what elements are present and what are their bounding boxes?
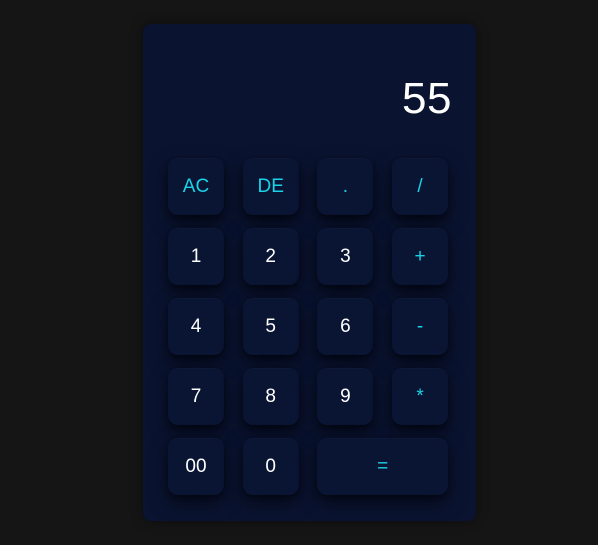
subtract-button[interactable]: - [392,298,449,355]
equals-button[interactable]: = [317,438,449,495]
digit-6-button[interactable]: 6 [317,298,374,355]
digit-8-button[interactable]: 8 [242,368,299,425]
calculator-display: 55 [402,74,452,123]
double-zero-button[interactable]: 00 [168,438,224,495]
multiply-button[interactable]: * [392,368,449,425]
divide-button[interactable]: / [392,158,449,215]
digit-7-button[interactable]: 7 [168,368,224,425]
decimal-button[interactable]: . [317,158,374,215]
digit-1-button[interactable]: 1 [168,228,224,285]
digit-0-button[interactable]: 0 [242,438,299,495]
digit-5-button[interactable]: 5 [242,298,299,355]
digit-4-button[interactable]: 4 [168,298,224,355]
digit-3-button[interactable]: 3 [317,228,374,285]
delete-button[interactable]: DE [242,158,299,215]
all-clear-button[interactable]: AC [168,158,224,215]
digit-9-button[interactable]: 9 [317,368,374,425]
calculator: 55 AC DE . / 1 2 3 + 4 5 6 - 7 8 9 * 00 … [143,24,476,521]
digit-2-button[interactable]: 2 [242,228,299,285]
keypad: AC DE . / 1 2 3 + 4 5 6 - 7 8 9 * 00 0 = [168,158,460,495]
add-button[interactable]: + [392,228,449,285]
